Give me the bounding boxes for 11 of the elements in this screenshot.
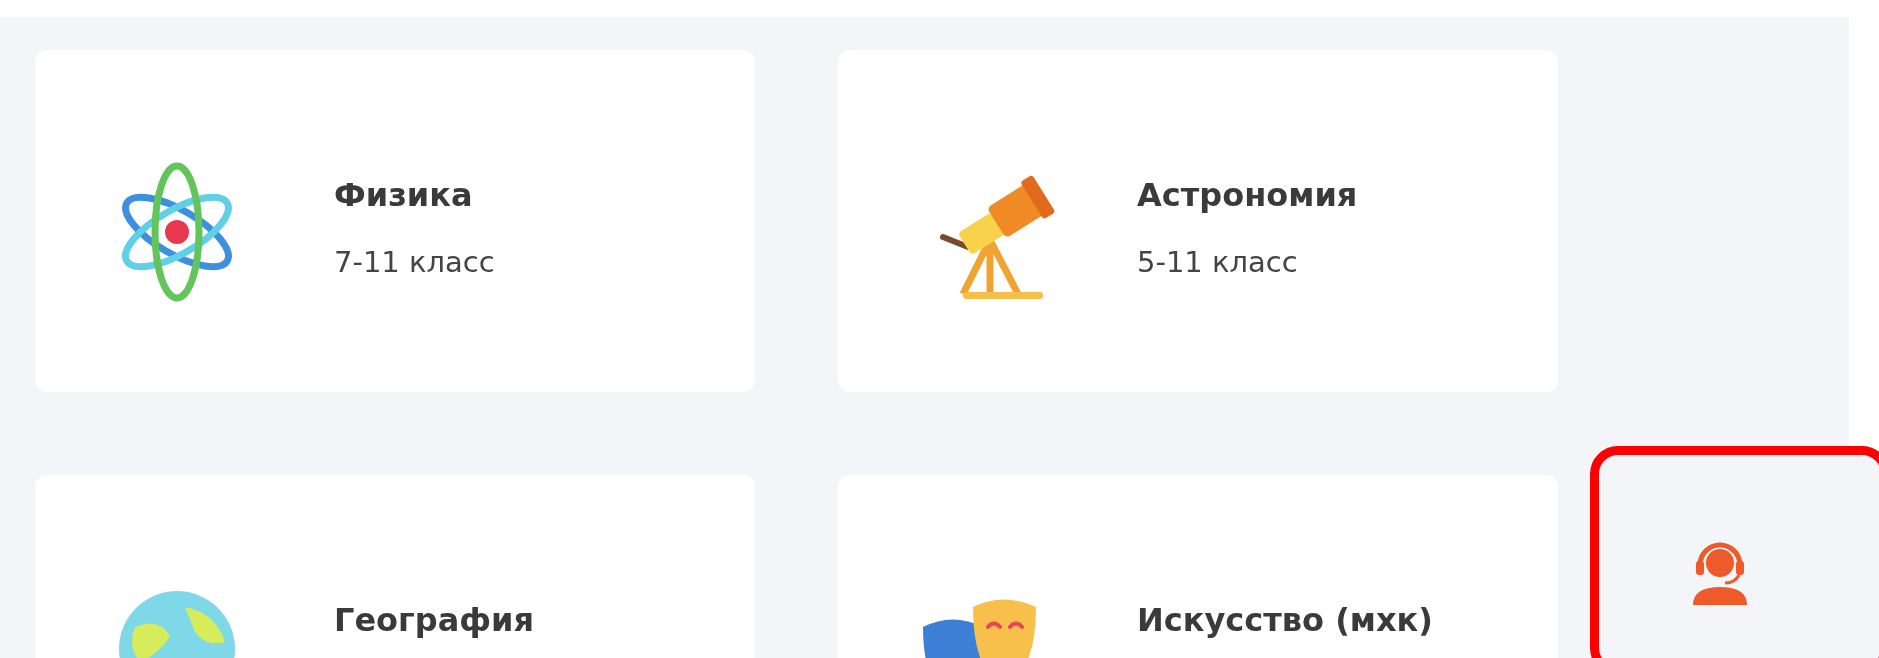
- support-widget[interactable]: [1590, 446, 1879, 658]
- subject-card[interactable]: География: [35, 475, 755, 658]
- subject-title: География: [334, 601, 534, 639]
- subject-title: Физика: [334, 176, 474, 214]
- grade-range: 7-11 класс: [334, 244, 495, 280]
- subject-card[interactable]: Астрономия 5-11 класс: [838, 50, 1558, 392]
- subject-title: Искусство (мхк): [1137, 601, 1433, 639]
- subject-card[interactable]: Физика 7-11 класс: [35, 50, 755, 392]
- subject-title: Астрономия: [1137, 176, 1358, 214]
- grade-range: 5-11 класс: [1137, 244, 1299, 280]
- subject-card[interactable]: Искусство (мхк): [838, 475, 1558, 658]
